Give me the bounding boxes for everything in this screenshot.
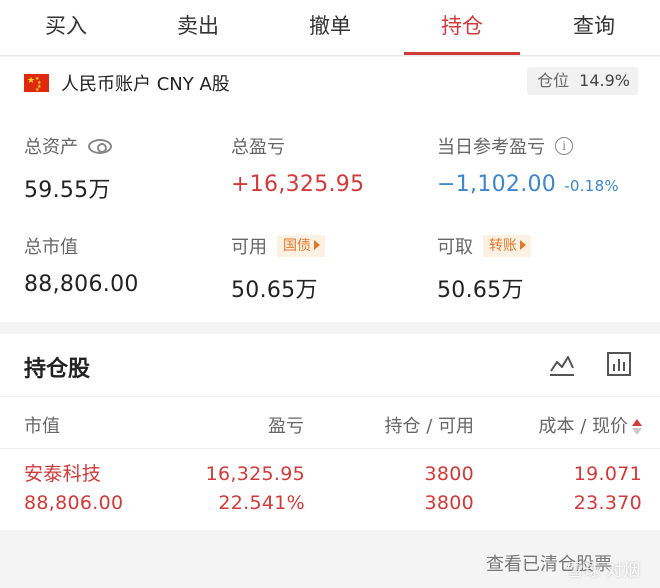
row-cost-price: 19.071 23.370 xyxy=(574,462,642,515)
eye-icon[interactable] xyxy=(88,138,112,154)
position-ratio-label: 仓位 xyxy=(537,71,570,90)
stock-name: 安泰科技 xyxy=(24,463,102,485)
stock-cost: 19.071 xyxy=(573,463,642,485)
available-value: 50.65万 xyxy=(231,278,318,303)
market-value-value: 88,806.00 xyxy=(24,272,139,297)
total-pl-label: 总盈亏 xyxy=(231,137,285,158)
header-market-value: 市值 xyxy=(24,416,60,437)
position-ratio-value: 14.9% xyxy=(579,71,630,90)
header-holding-available: 持仓 / 可用 xyxy=(384,416,474,437)
treasury-bond-tag[interactable]: 国债 xyxy=(277,235,325,257)
caret-right-icon xyxy=(314,240,320,250)
total-profit-loss: 总盈亏 +16,325.95 xyxy=(231,133,364,197)
watermark: 雪球 对烟 xyxy=(566,561,640,581)
total-pl-value: +16,325.95 xyxy=(231,172,365,197)
tab-sell[interactable]: 卖出 xyxy=(132,0,264,55)
footer: 查看已清仓股票 雪球 对烟 xyxy=(0,530,660,588)
china-flag-icon: ★ ★ ★ ★ ★ xyxy=(24,74,49,93)
bar-chart-icon[interactable] xyxy=(605,350,633,378)
stock-holding: 3800 xyxy=(424,463,474,485)
withdrawable-value: 50.65万 xyxy=(437,278,524,303)
header-cost-price[interactable]: 成本 / 现价 xyxy=(538,412,642,438)
day-pl-value: −1,102.00 xyxy=(437,172,557,197)
divider xyxy=(0,448,660,449)
treasury-bond-tag-label: 国债 xyxy=(283,238,311,254)
header-cost-price-label: 成本 / 现价 xyxy=(538,416,628,437)
tab-buy[interactable]: 买入 xyxy=(0,0,132,55)
tab-cancel-order[interactable]: 撤单 xyxy=(264,0,396,55)
day-pl-label: 当日参考盈亏 xyxy=(437,137,545,158)
stock-pl-percent: 22.541% xyxy=(218,492,305,514)
positions-title: 持仓股 xyxy=(24,357,91,382)
account-selector[interactable]: ★ ★ ★ ★ ★ 人民币账户 CNY A股 xyxy=(24,70,230,96)
caret-right-icon xyxy=(520,240,526,250)
line-chart-icon[interactable] xyxy=(548,350,576,378)
tab-query[interactable]: 查询 xyxy=(528,0,660,55)
withdrawable-label: 可取 xyxy=(437,237,473,258)
divider xyxy=(0,396,660,397)
day-profit-loss: 当日参考盈亏 i −1,102.00 -0.18% xyxy=(437,133,619,197)
account-name: 人民币账户 CNY A股 xyxy=(61,74,230,95)
info-icon[interactable]: i xyxy=(555,137,573,155)
tab-positions[interactable]: 持仓 xyxy=(396,0,528,55)
row-profit-loss: 16,325.95 22.541% xyxy=(206,462,305,515)
market-value-label: 总市值 xyxy=(24,237,78,258)
available-funds: 可用 国债 50.65万 xyxy=(231,233,325,304)
sort-icon[interactable] xyxy=(632,418,642,436)
row-name-value: 安泰科技 88,806.00 xyxy=(24,462,123,515)
transfer-tag[interactable]: 转账 xyxy=(483,235,531,257)
position-ratio-badge: 仓位 14.9% xyxy=(527,67,638,95)
account-summary-card: ★ ★ ★ ★ ★ 人民币账户 CNY A股 仓位 14.9% 总资产 59.55… xyxy=(0,57,660,322)
stock-available: 3800 xyxy=(424,492,474,514)
positions-panel: 持仓股 市值 盈亏 持仓 / 可用 成本 / 现价 安泰科技 88,806.00… xyxy=(0,334,660,530)
total-assets-value: 59.55万 xyxy=(24,178,111,203)
day-pl: −1,102.00 -0.18% xyxy=(437,172,619,197)
trade-tab-bar: 买入 卖出 撤单 持仓 查询 xyxy=(0,0,660,56)
transfer-tag-label: 转账 xyxy=(489,238,517,254)
total-assets: 总资产 59.55万 xyxy=(24,133,112,204)
total-assets-label: 总资产 xyxy=(24,137,78,158)
stock-pl: 16,325.95 xyxy=(205,463,305,485)
stock-market-value: 88,806.00 xyxy=(24,492,124,514)
row-holding: 3800 3800 xyxy=(424,462,474,515)
day-pl-percent: -0.18% xyxy=(564,177,619,195)
available-label: 可用 xyxy=(231,237,267,258)
stock-price: 23.370 xyxy=(573,492,642,514)
header-profit-loss: 盈亏 xyxy=(268,416,304,437)
withdrawable-funds: 可取 转账 50.65万 xyxy=(437,233,531,304)
market-value: 总市值 88,806.00 xyxy=(24,233,139,297)
